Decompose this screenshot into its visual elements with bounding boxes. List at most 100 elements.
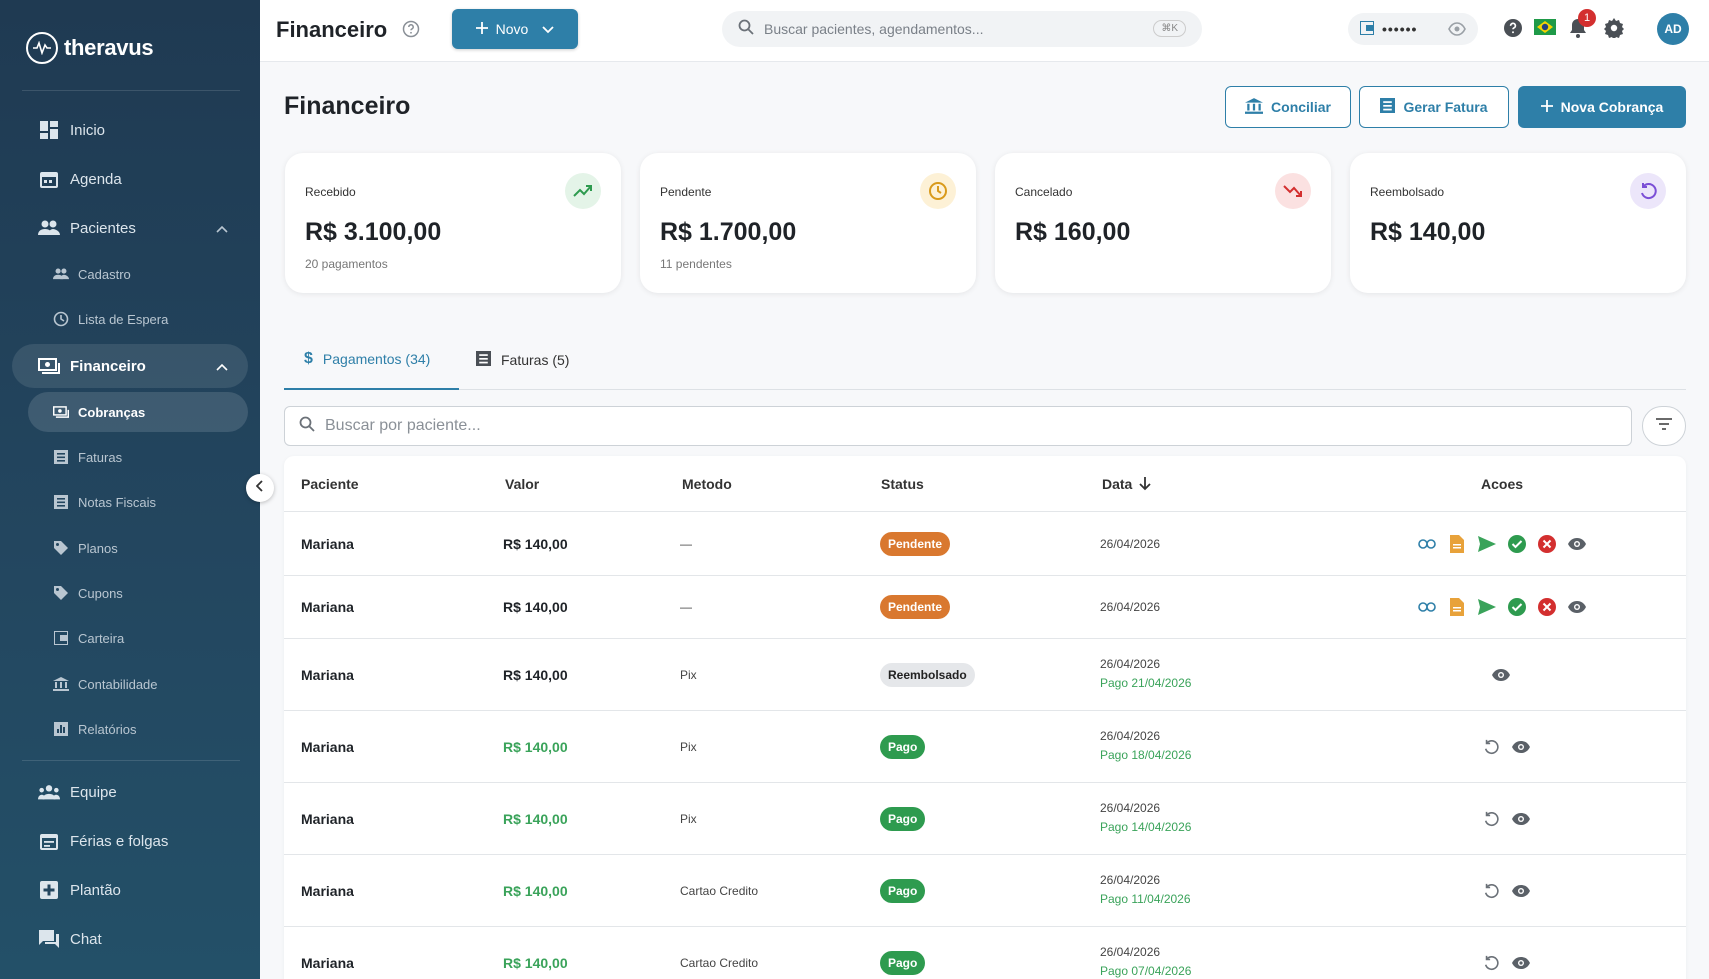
conciliar-button[interactable]: Conciliar	[1225, 86, 1351, 128]
sidebar-item-cobrancas[interactable]: Cobranças	[28, 392, 248, 432]
eye-icon[interactable]	[1448, 20, 1466, 41]
tag-icon	[52, 539, 70, 557]
search-icon	[299, 416, 315, 437]
column-header[interactable]: Data	[1102, 476, 1132, 492]
payment-method: —	[680, 537, 692, 551]
column-header[interactable]: Status	[881, 476, 924, 492]
sidebar-item-cupons[interactable]: Cupons	[12, 573, 248, 613]
sidebar-item-relatorios[interactable]: Relatórios	[12, 709, 248, 749]
collapse-sidebar-button[interactable]	[246, 474, 274, 502]
eye-icon[interactable]	[1567, 597, 1587, 617]
check-circle-icon[interactable]	[1507, 597, 1527, 617]
status-badge: Pago	[880, 879, 926, 903]
link-icon[interactable]	[1417, 597, 1437, 617]
sidebar-item-inicio[interactable]: Inicio	[12, 108, 248, 152]
sidebar-item-carteira[interactable]: Carteira	[12, 618, 248, 658]
avatar[interactable]: AD	[1657, 13, 1689, 45]
eye-icon[interactable]	[1567, 534, 1587, 554]
payment-value: R$ 140,00	[503, 811, 568, 827]
patient-name: Mariana	[301, 883, 354, 899]
refund-icon[interactable]	[1481, 737, 1501, 757]
sidebar-item-faturas[interactable]: Faturas	[12, 437, 248, 477]
arrow-down-icon[interactable]	[1139, 477, 1151, 496]
payment-value: R$ 140,00	[503, 599, 568, 615]
sidebar-item-plantao[interactable]: Plantão	[12, 868, 248, 912]
eye-icon[interactable]	[1511, 809, 1531, 829]
help-outline-icon[interactable]	[402, 20, 420, 43]
tab-pagamentos[interactable]: $ Pagamentos (34)	[284, 330, 459, 390]
gerar-fatura-button[interactable]: Gerar Fatura	[1359, 86, 1509, 128]
top-bar: Financeiro Novo ⌘K •••••• 1 AD	[260, 0, 1709, 62]
bank-icon	[1245, 97, 1264, 117]
sidebar-item-contabilidade[interactable]: Contabilidade	[12, 664, 248, 704]
eye-icon[interactable]	[1511, 881, 1531, 901]
sidebar-item-pacientes[interactable]: Pacientes	[12, 206, 248, 250]
nova-cobranca-button[interactable]: Nova Cobrança	[1518, 86, 1686, 128]
payment-method: Pix	[680, 668, 697, 682]
dollar-icon: $	[304, 350, 313, 367]
wallet-balance-chip[interactable]: ••••••	[1348, 13, 1478, 45]
table-row[interactable]: Mariana R$ 140,00 Pix Pago 26/04/2026 Pag…	[284, 711, 1686, 783]
cancel-circle-icon[interactable]	[1537, 597, 1557, 617]
tag-icon	[52, 584, 70, 602]
column-header[interactable]: Metodo	[682, 476, 732, 492]
column-header[interactable]: Valor	[505, 476, 539, 492]
column-header[interactable]: Paciente	[301, 476, 359, 492]
payment-method: Pix	[680, 740, 697, 754]
eye-icon[interactable]	[1511, 953, 1531, 973]
sidebar-item-lista-de-espera[interactable]: Lista de Espera	[12, 299, 248, 339]
table-row[interactable]: Mariana R$ 140,00 — Pendente 26/04/2026	[284, 576, 1686, 639]
sidebar-item-planos[interactable]: Planos	[12, 528, 248, 568]
document-icon[interactable]	[1447, 534, 1467, 554]
wallet-icon	[1359, 19, 1375, 38]
eye-icon[interactable]	[1511, 737, 1531, 757]
table-row[interactable]: Mariana R$ 140,00 Pix Reembolsado 26/04/…	[284, 639, 1686, 711]
gear-icon[interactable]	[1604, 18, 1624, 43]
sidebar-item-agenda[interactable]: Agenda	[12, 157, 248, 201]
tab-faturas[interactable]: Faturas (5)	[476, 330, 596, 390]
paid-date: Pago 14/04/2026	[1100, 820, 1192, 834]
document-icon[interactable]	[1447, 597, 1467, 617]
eye-icon[interactable]	[1491, 665, 1511, 685]
table-row[interactable]: Mariana R$ 140,00 Cartao Credito Pago 26…	[284, 855, 1686, 927]
sidebar-item-chat[interactable]: Chat	[12, 917, 248, 961]
status-badge: Pago	[880, 807, 926, 831]
brazil-flag-icon[interactable]	[1534, 19, 1556, 40]
people-icon	[52, 265, 70, 283]
patient-search[interactable]	[284, 406, 1632, 446]
payment-date: 26/04/2026	[1100, 945, 1161, 959]
payment-date: 26/04/2026	[1100, 729, 1161, 743]
refund-icon[interactable]	[1481, 809, 1501, 829]
table-row[interactable]: Mariana R$ 140,00 Pix Pago 26/04/2026 Pag…	[284, 783, 1686, 855]
help-icon[interactable]	[1503, 18, 1523, 43]
cancel-circle-icon[interactable]	[1537, 534, 1557, 554]
table-row[interactable]: Mariana R$ 140,00 Cartao Credito Pago 26…	[284, 927, 1686, 979]
global-search-input[interactable]	[764, 21, 1144, 37]
new-button[interactable]: Novo	[452, 9, 578, 49]
shortcut-hint: ⌘K	[1153, 20, 1186, 37]
send-icon[interactable]	[1477, 534, 1497, 554]
sidebar-item-ferias-e-folgas[interactable]: Férias e folgas	[12, 819, 248, 863]
global-search[interactable]: ⌘K	[722, 11, 1202, 47]
refund-icon[interactable]	[1481, 881, 1501, 901]
sidebar-item-financeiro[interactable]: Financeiro	[12, 344, 248, 388]
sidebar-item-label: Cobranças	[78, 404, 146, 420]
refund-icon[interactable]	[1481, 953, 1501, 973]
receipt-icon	[1380, 98, 1396, 116]
pulse-logo-icon	[26, 32, 58, 64]
link-icon[interactable]	[1417, 534, 1437, 554]
sidebar-item-label: Plantão	[70, 881, 121, 899]
summary-value: R$ 3.100,00	[305, 218, 442, 246]
sidebar-item-equipe[interactable]: Equipe	[12, 770, 248, 814]
send-icon[interactable]	[1477, 597, 1497, 617]
filter-button[interactable]	[1642, 406, 1686, 446]
sidebar-item-cadastro[interactable]: Cadastro	[12, 254, 248, 294]
patient-search-input[interactable]	[325, 417, 1525, 435]
sidebar-item-notas-fiscais[interactable]: Notas Fiscais	[12, 482, 248, 522]
refund-icon	[1630, 173, 1666, 209]
brand-logo[interactable]: theravus	[26, 32, 154, 64]
check-circle-icon[interactable]	[1507, 534, 1527, 554]
table-row[interactable]: Mariana R$ 140,00 — Pendente 26/04/2026	[284, 513, 1686, 576]
summary-value: R$ 140,00	[1370, 218, 1486, 246]
sidebar: theravus Inicio Agenda Pacientes Cadastr…	[0, 0, 260, 979]
